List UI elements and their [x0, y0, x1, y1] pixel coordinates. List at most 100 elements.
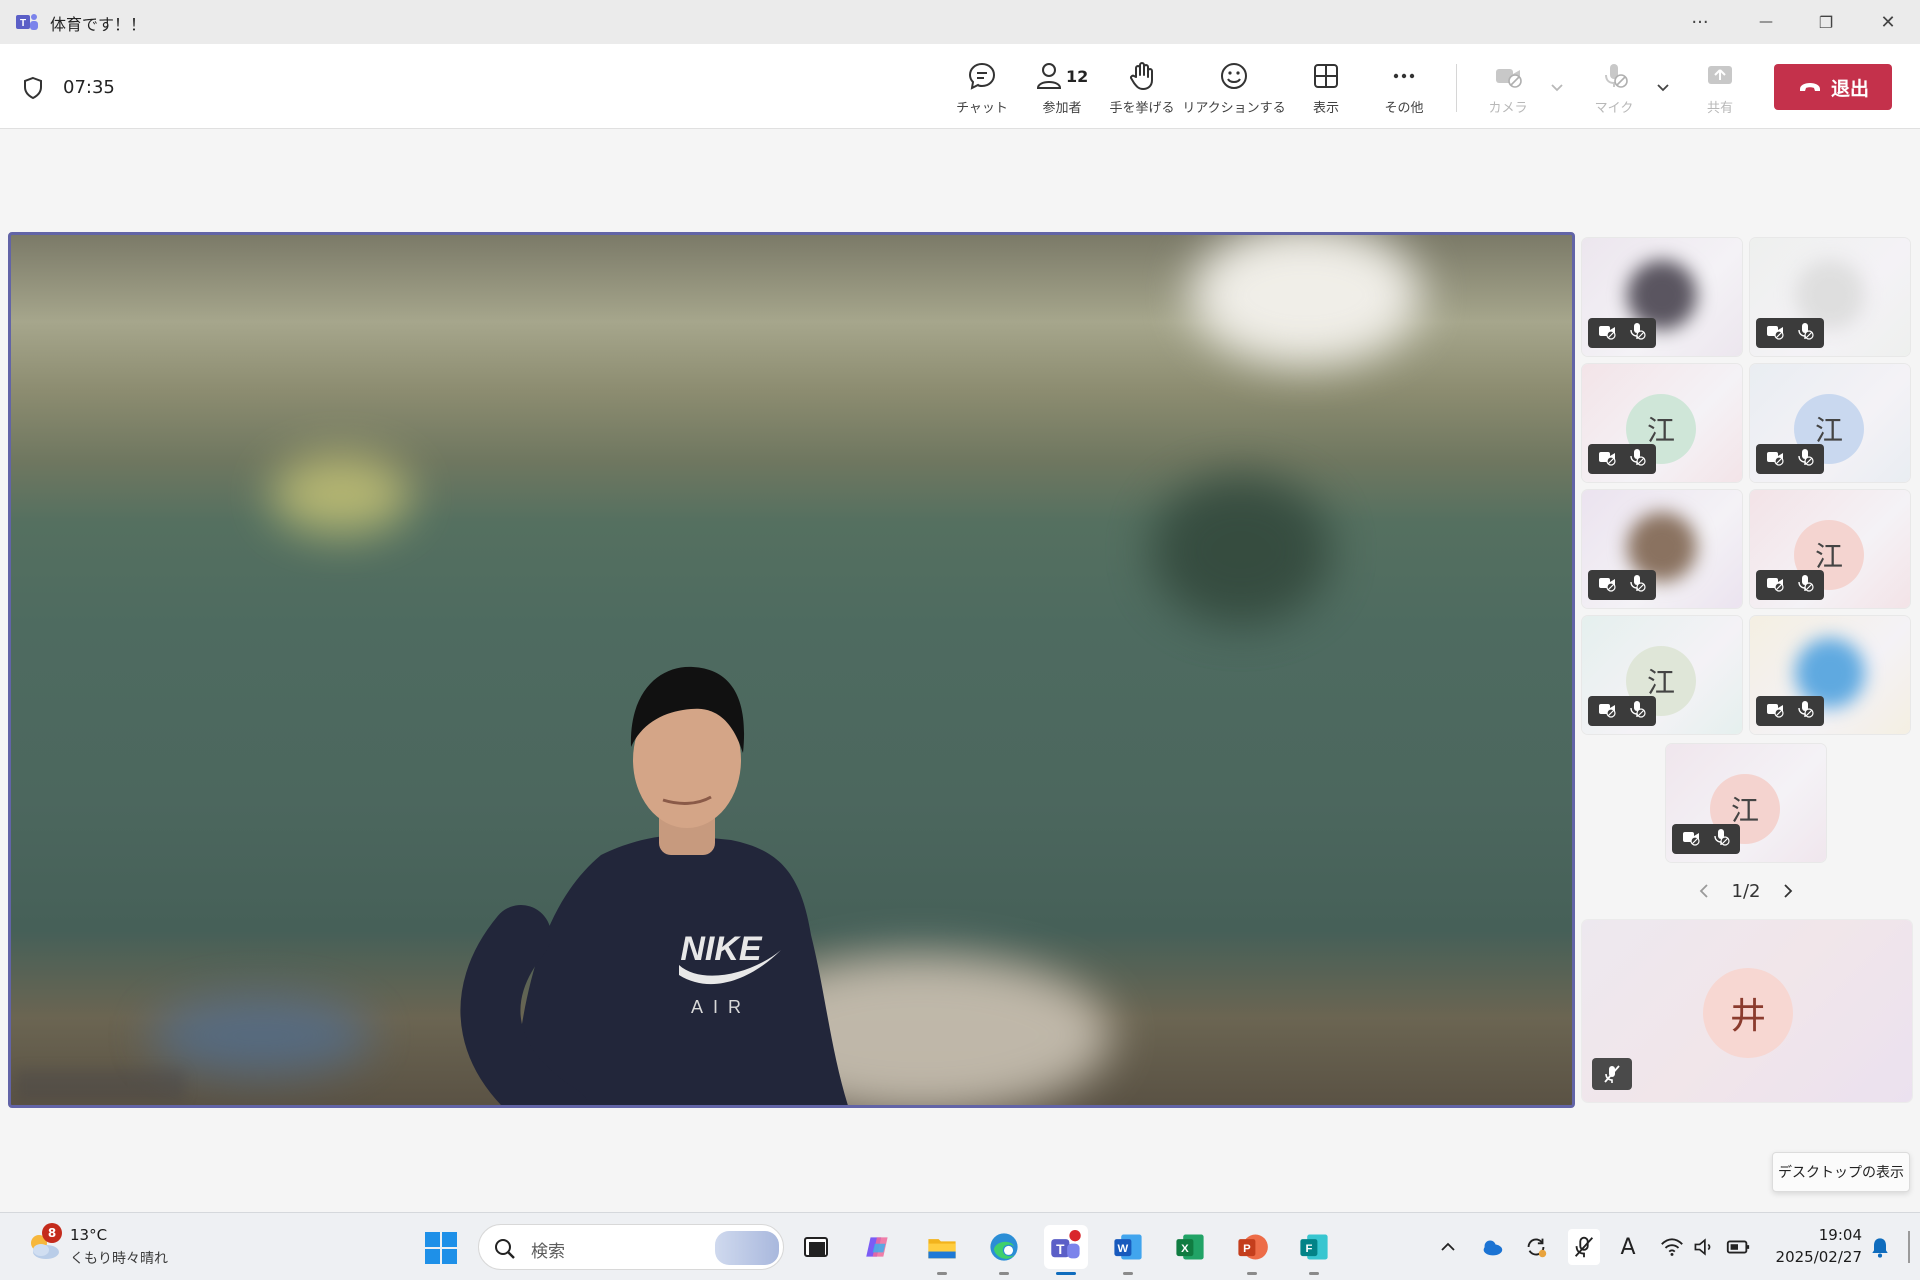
- onedrive-tray[interactable]: [1478, 1233, 1506, 1261]
- svg-text:T: T: [1056, 1242, 1065, 1257]
- mic-label: マイク: [1594, 101, 1634, 116]
- show-desktop-button[interactable]: [1908, 1231, 1910, 1263]
- self-avatar: 井: [1703, 968, 1793, 1058]
- teams-icon: T: [1051, 1230, 1081, 1259]
- show-hidden-icons-button[interactable]: [1434, 1233, 1462, 1261]
- camera-off-icon: [1496, 69, 1522, 88]
- copilot-icon: [866, 1237, 888, 1257]
- folder-icon: [928, 1239, 956, 1259]
- svg-text:W: W: [1118, 1243, 1129, 1255]
- windows-taskbar: 8 13°C くもり時々晴れ 検索 T W X P F A 19:04 2025…: [0, 1212, 1920, 1280]
- mic-tray[interactable]: [1568, 1229, 1600, 1265]
- presenter-video: NIKE AIR: [460, 666, 848, 1105]
- hang-up-icon: [1799, 83, 1820, 91]
- bell-icon: [1872, 1238, 1888, 1258]
- clock-time[interactable]: 19:04: [1818, 1226, 1862, 1244]
- mic-button[interactable]: マイク: [1584, 60, 1644, 120]
- title-bar: T 体育です！！ ··· — ❐ ✕: [0, 0, 1920, 44]
- taskbar-teams[interactable]: T: [1044, 1225, 1088, 1275]
- camera-options-chevron-icon[interactable]: [1548, 78, 1566, 96]
- window-more-button[interactable]: ···: [1670, 0, 1730, 44]
- wall-light-blur: [271, 455, 411, 535]
- react-button[interactable]: リアクションする: [1182, 60, 1286, 120]
- chevron-right-icon[interactable]: [1778, 882, 1796, 900]
- participant-status: [1588, 444, 1656, 474]
- maximize-button[interactable]: ❐: [1796, 0, 1856, 44]
- minimize-button[interactable]: —: [1736, 0, 1796, 44]
- sync-tray[interactable]: [1522, 1233, 1550, 1261]
- taskbar-edge[interactable]: [982, 1225, 1026, 1275]
- leave-button[interactable]: 退出: [1774, 64, 1892, 110]
- participant-tile[interactable]: [1750, 616, 1910, 734]
- camera-button[interactable]: カメラ: [1478, 60, 1538, 120]
- self-initial: 井: [1729, 996, 1766, 1037]
- wifi-icon: [1661, 1238, 1683, 1256]
- sync-icon: [1527, 1238, 1547, 1258]
- taskbar-task-view[interactable]: [794, 1225, 838, 1269]
- camera-off-icon: [1597, 447, 1617, 471]
- chat-label: チャット: [956, 101, 1008, 116]
- floor-object-blur: [151, 995, 371, 1075]
- svg-text:P: P: [1243, 1243, 1251, 1255]
- taskbar-forms[interactable]: F: [1292, 1225, 1336, 1275]
- self-video-tile[interactable]: 井: [1582, 920, 1912, 1102]
- mic-off-icon: [1627, 447, 1647, 471]
- participant-tile[interactable]: 江: [1582, 616, 1742, 734]
- ceiling-light-blur: [1191, 235, 1421, 365]
- minimize-icon: —: [1759, 14, 1773, 30]
- chat-button[interactable]: チャット: [952, 60, 1012, 120]
- task-view-icon: [804, 1237, 828, 1257]
- participant-tile[interactable]: [1582, 490, 1742, 608]
- mic-off-icon: [1627, 321, 1647, 345]
- running-indicator: [937, 1272, 947, 1275]
- participant-status: [1588, 696, 1656, 726]
- svg-text:F: F: [1305, 1243, 1312, 1255]
- participant-status: [1588, 318, 1656, 348]
- more-label: その他: [1384, 101, 1424, 116]
- clock-date[interactable]: 2025/02/27: [1772, 1248, 1862, 1266]
- main-video-stage[interactable]: NIKE AIR: [8, 232, 1575, 1108]
- wifi-tray[interactable]: [1658, 1233, 1686, 1261]
- running-indicator: [1123, 1272, 1133, 1275]
- participant-tile[interactable]: [1750, 238, 1910, 356]
- more-horizontal-icon: [1393, 73, 1415, 79]
- participant-initial: 江: [1646, 666, 1675, 699]
- view-label: 表示: [1312, 101, 1339, 116]
- participant-tile[interactable]: 江: [1750, 490, 1910, 608]
- taskbar-search-box[interactable]: 検索: [478, 1224, 784, 1270]
- mic-off-icon: [1627, 699, 1647, 723]
- taskbar-file-explorer[interactable]: [920, 1225, 964, 1275]
- volume-tray[interactable]: [1690, 1233, 1718, 1261]
- view-button[interactable]: 表示: [1296, 60, 1356, 120]
- close-button[interactable]: ✕: [1858, 0, 1918, 44]
- share-button[interactable]: 共有: [1690, 60, 1750, 120]
- participant-tile[interactable]: [1582, 238, 1742, 356]
- taskbar-powerpoint[interactable]: P: [1230, 1225, 1274, 1275]
- mic-options-chevron-icon[interactable]: [1654, 78, 1672, 96]
- weather-badge-count: 8: [47, 1226, 57, 1240]
- teams-logo-icon: T: [16, 14, 38, 30]
- participant-tile[interactable]: 江: [1750, 364, 1910, 482]
- camera-off-icon: [1765, 699, 1785, 723]
- mic-off-icon: [1605, 64, 1628, 88]
- chevron-up-icon: [1441, 1242, 1455, 1251]
- taskbar-word[interactable]: W: [1106, 1225, 1150, 1275]
- chevron-left-icon[interactable]: [1696, 882, 1714, 900]
- grid-view-icon: [1314, 64, 1338, 88]
- more-button[interactable]: その他: [1374, 60, 1434, 120]
- participant-tile[interactable]: 江: [1582, 364, 1742, 482]
- meeting-toolbar: 07:35 チャット 参加者 12 手を挙げる リアクションする 表示 その他 …: [0, 44, 1920, 129]
- battery-tray[interactable]: [1724, 1233, 1752, 1261]
- notifications-button[interactable]: [1866, 1233, 1894, 1261]
- participant-status: [1756, 696, 1824, 726]
- svg-text:T: T: [20, 18, 26, 29]
- participant-tile[interactable]: 江: [1666, 744, 1826, 862]
- ime-indicator[interactable]: A: [1614, 1233, 1642, 1261]
- taskbar-copilot[interactable]: [856, 1225, 900, 1269]
- raise-hand-button[interactable]: 手を挙げる: [1104, 60, 1180, 120]
- participant-initial: 江: [1730, 794, 1759, 827]
- camera-off-icon: [1765, 573, 1785, 597]
- taskbar-excel[interactable]: X: [1168, 1225, 1212, 1269]
- participant-status: [1756, 318, 1824, 348]
- windows-start-icon[interactable]: [424, 1231, 458, 1265]
